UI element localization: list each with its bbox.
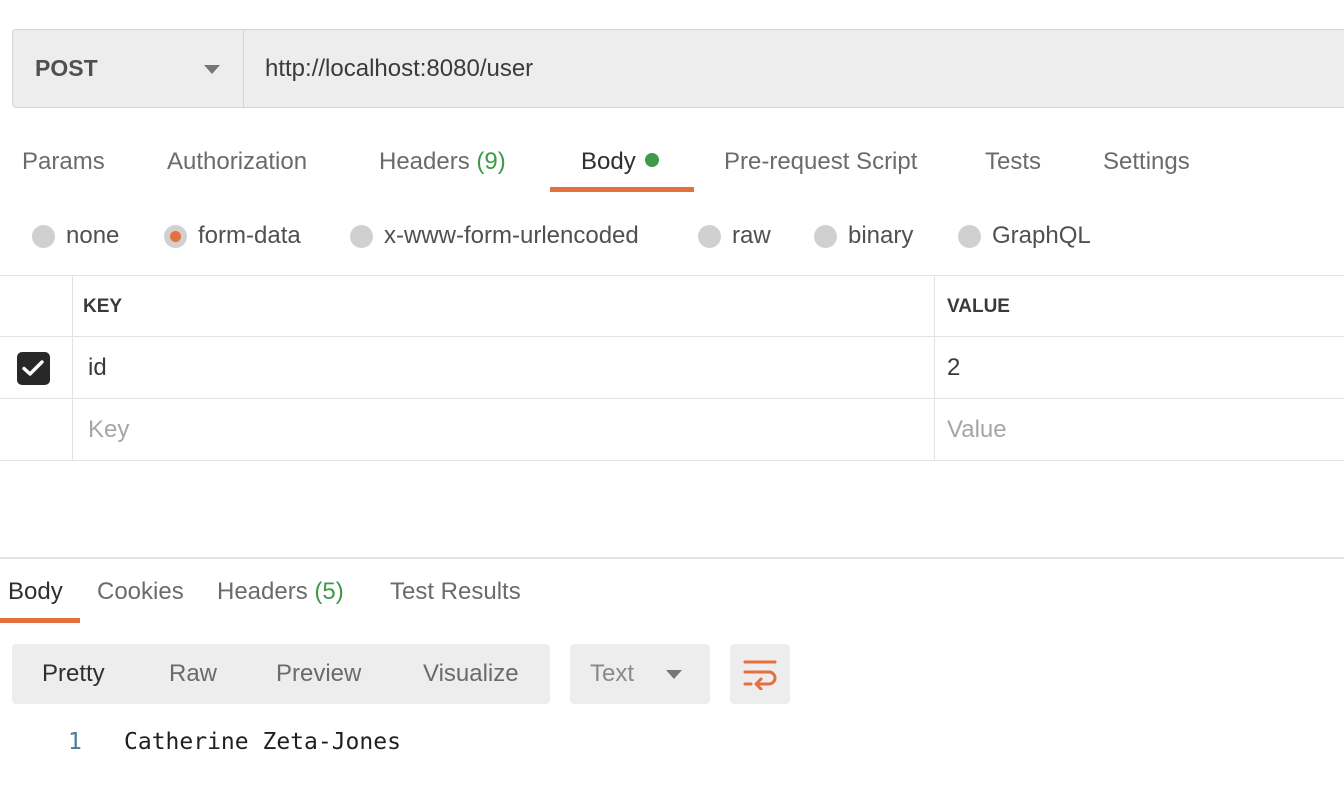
header-key: KEY: [73, 276, 935, 338]
tab-label: Body: [8, 578, 63, 605]
radio-circle-icon: [698, 224, 721, 248]
format-label: Text: [590, 660, 635, 687]
tab-params[interactable]: Params: [22, 138, 105, 194]
active-tab-indicator: [550, 187, 694, 192]
value-placeholder: Value: [947, 416, 1007, 443]
checkmark-icon: [22, 360, 44, 376]
url-input[interactable]: [244, 30, 1344, 107]
radio-label: form-data: [198, 222, 301, 249]
form-data-table: KEY VALUE id 2 Key Value: [0, 275, 1344, 461]
tab-label: Test Results: [390, 578, 521, 605]
tab-authorization[interactable]: Authorization: [167, 138, 307, 194]
new-key-input[interactable]: Key: [73, 399, 935, 461]
body-modified-dot-icon: [644, 153, 659, 167]
response-format-select[interactable]: Text: [570, 644, 710, 704]
row-check-cell: [0, 337, 73, 399]
view-raw-button[interactable]: Raw: [169, 644, 217, 704]
response-divider[interactable]: [0, 557, 1344, 559]
radio-none[interactable]: none: [32, 216, 119, 256]
method-select[interactable]: POST: [13, 30, 244, 107]
tab-label: Body: [581, 148, 636, 175]
tab-label: Cookies: [97, 578, 184, 605]
view-visualize-button[interactable]: Visualize: [423, 644, 519, 704]
radio-form-data[interactable]: form-data: [164, 216, 301, 256]
radio-x-www-form-urlencoded[interactable]: x-www-form-urlencoded: [350, 216, 639, 256]
radio-graphql[interactable]: GraphQL: [958, 216, 1091, 256]
radio-circle-icon: [32, 224, 55, 248]
radio-label: binary: [848, 222, 914, 249]
radio-raw[interactable]: raw: [698, 216, 771, 256]
response-tab-test-results[interactable]: Test Results: [390, 570, 521, 614]
radio-label: none: [66, 222, 120, 249]
radio-circle-icon: [350, 224, 373, 248]
view-pretty-button[interactable]: Pretty: [42, 644, 105, 704]
method-label: POST: [35, 55, 98, 81]
tab-tests[interactable]: Tests: [985, 138, 1041, 194]
line-number: 1: [68, 729, 82, 755]
response-tab-body[interactable]: Body: [8, 570, 63, 614]
view-preview-button[interactable]: Preview: [276, 644, 361, 704]
new-row: Key Value: [0, 399, 1344, 461]
tab-settings[interactable]: Settings: [1103, 138, 1190, 194]
request-tabs: Params Authorization Headers (9) Body Pr…: [0, 138, 1344, 194]
chevron-down-icon: [204, 65, 220, 74]
tab-label: Headers: [379, 148, 470, 175]
chevron-down-icon: [666, 670, 682, 679]
headers-count-badge: (9): [476, 148, 506, 175]
response-active-tab-indicator: [0, 618, 80, 623]
tab-label: Params: [22, 148, 105, 175]
tab-headers[interactable]: Headers (9): [379, 138, 506, 194]
wrap-lines-icon: [743, 660, 777, 690]
tab-label: Headers: [217, 578, 308, 605]
response-tabs: Body Cookies Headers (5) Test Results: [0, 570, 1344, 626]
row-value: 2: [947, 354, 961, 381]
radio-selected-icon: [164, 224, 187, 248]
table-row: id 2: [0, 337, 1344, 399]
response-headers-count-badge: (5): [314, 578, 344, 605]
header-check-cell: [0, 276, 73, 338]
radio-circle-icon: [814, 224, 837, 248]
tab-label: Authorization: [167, 148, 308, 175]
header-value: VALUE: [947, 296, 1010, 317]
table-header-row: KEY VALUE: [0, 275, 1344, 338]
radio-circle-icon: [958, 224, 981, 248]
tab-label: Pre-request Script: [724, 148, 918, 175]
row-key: id: [88, 354, 107, 381]
new-value-input[interactable]: Value: [935, 399, 1344, 461]
response-tab-cookies[interactable]: Cookies: [97, 570, 184, 614]
response-view-mode-group: Pretty Raw Preview Visualize: [12, 644, 550, 704]
tab-body[interactable]: Body: [581, 138, 659, 194]
tab-pre-request-script[interactable]: Pre-request Script: [724, 138, 917, 194]
radio-label: x-www-form-urlencoded: [384, 222, 639, 249]
request-url-bar: POST: [12, 29, 1344, 108]
body-type-radio-group: none form-data x-www-form-urlencoded raw…: [0, 216, 1344, 256]
response-body-text: Catherine Zeta-Jones: [124, 729, 401, 755]
radio-label: GraphQL: [992, 222, 1091, 249]
key-placeholder: Key: [88, 416, 130, 443]
response-body-line: 1 Catherine Zeta-Jones: [0, 722, 1344, 762]
response-tab-headers[interactable]: Headers (5): [217, 570, 344, 614]
tab-label: Tests: [985, 148, 1042, 175]
row-enabled-checkbox[interactable]: [16, 351, 50, 385]
wrap-lines-button[interactable]: [730, 644, 790, 704]
row-value-cell[interactable]: 2: [935, 337, 1344, 399]
radio-label: raw: [732, 222, 771, 249]
tab-label: Settings: [1103, 148, 1190, 175]
new-row-check-cell: [0, 399, 73, 461]
radio-binary[interactable]: binary: [814, 216, 913, 256]
row-key-cell[interactable]: id: [73, 337, 935, 399]
